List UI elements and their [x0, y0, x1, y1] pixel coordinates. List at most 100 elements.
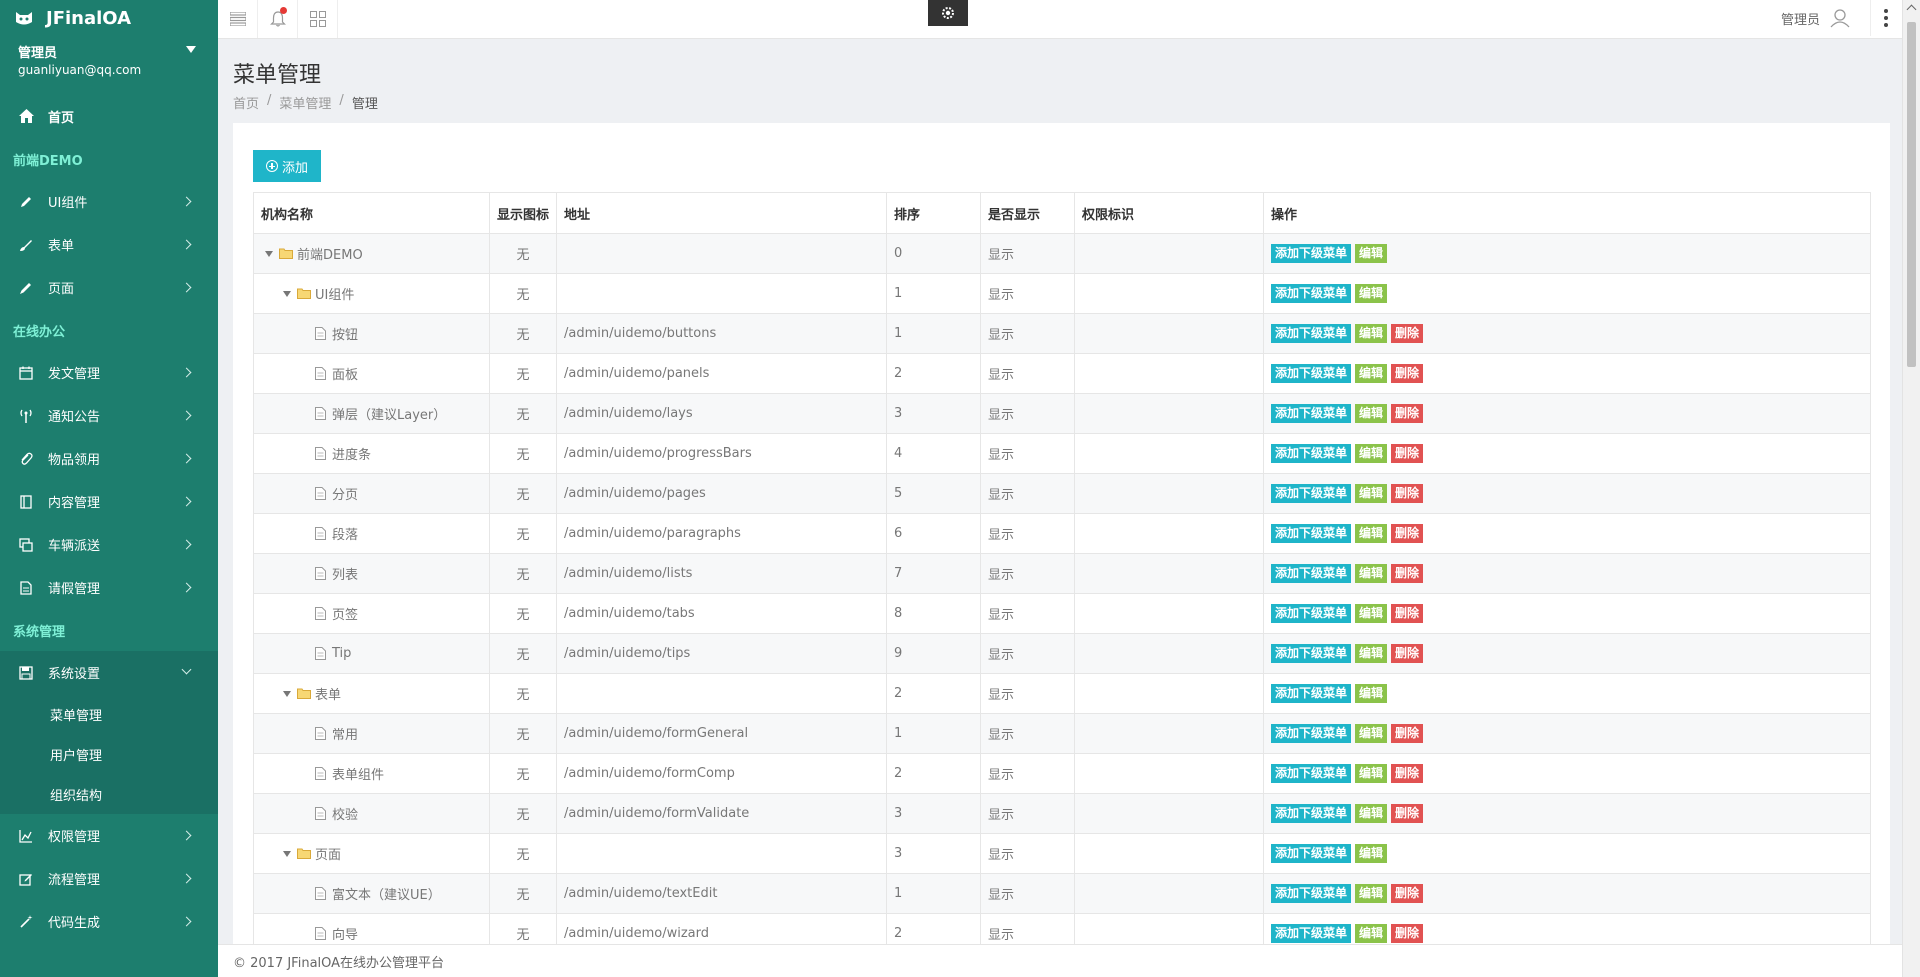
table-row[interactable]: 表单 无 2 显示 添加下级菜单 编辑: [253, 673, 1871, 714]
sidebar-subitem[interactable]: 组织结构: [0, 774, 218, 814]
table-row[interactable]: 前端DEMO 无 0 显示 添加下级菜单 编辑: [253, 233, 1871, 274]
edit-button[interactable]: 编辑: [1355, 484, 1388, 503]
table-row[interactable]: UI组件 无 1 显示 添加下级菜单 编辑: [253, 273, 1871, 314]
add-child-button[interactable]: 添加下级菜单: [1271, 564, 1352, 583]
delete-button[interactable]: 删除: [1391, 804, 1424, 823]
apps-button[interactable]: [298, 0, 338, 38]
topbar-user[interactable]: 管理员: [1781, 0, 1850, 36]
sidebar-subitem[interactable]: 菜单管理: [0, 694, 218, 734]
sidebar-item[interactable]: 发文管理: [0, 351, 218, 394]
page-scrollbar[interactable]: [1902, 0, 1920, 977]
notification-button[interactable]: [258, 0, 298, 38]
sidebar-item[interactable]: UI组件: [0, 180, 218, 223]
delete-button[interactable]: 删除: [1391, 724, 1424, 743]
caret-down-icon[interactable]: [186, 46, 196, 53]
edit-button[interactable]: 编辑: [1355, 324, 1388, 343]
sidebar-item[interactable]: 物品领用: [0, 437, 218, 480]
edit-button[interactable]: 编辑: [1355, 404, 1388, 423]
delete-button[interactable]: 删除: [1391, 524, 1424, 543]
add-child-button[interactable]: 添加下级菜单: [1271, 724, 1352, 743]
brand[interactable]: JFinalOA: [0, 0, 218, 36]
sidebar-item[interactable]: 代码生成: [0, 900, 218, 943]
scroll-up-icon[interactable]: [1906, 4, 1917, 15]
table-row[interactable]: 页面 无 3 显示 添加下级菜单 编辑: [253, 833, 1871, 874]
expand-toggle-icon[interactable]: [265, 250, 273, 257]
sidebar-item[interactable]: 页面: [0, 266, 218, 309]
sidebar-item[interactable]: 通知公告: [0, 394, 218, 437]
edit-button[interactable]: 编辑: [1355, 684, 1388, 703]
menu-toggle-button[interactable]: [218, 0, 258, 38]
add-child-button[interactable]: 添加下级菜单: [1271, 804, 1352, 823]
delete-button[interactable]: 删除: [1391, 924, 1424, 943]
add-child-button[interactable]: 添加下级菜单: [1271, 364, 1352, 383]
delete-button[interactable]: 删除: [1391, 604, 1424, 623]
add-child-button[interactable]: 添加下级菜单: [1271, 324, 1352, 343]
expand-toggle-icon[interactable]: [283, 290, 291, 297]
add-child-button[interactable]: 添加下级菜单: [1271, 924, 1352, 943]
scrollbar-thumb[interactable]: [1907, 22, 1916, 367]
edit-button[interactable]: 编辑: [1355, 524, 1388, 543]
table-row[interactable]: Tip 无/admin/uidemo/tips 9 显示 添加下级菜单 编辑 删除: [253, 633, 1871, 674]
table-row[interactable]: 富文本（建议UE） 无/admin/uidemo/textEdit 1 显示 添加下级菜…: [253, 873, 1871, 914]
delete-button[interactable]: 删除: [1391, 884, 1424, 903]
settings-button[interactable]: [928, 0, 968, 26]
delete-button[interactable]: 删除: [1391, 564, 1424, 583]
edit-button[interactable]: 编辑: [1355, 884, 1388, 903]
edit-button[interactable]: 编辑: [1355, 724, 1388, 743]
sidebar-item[interactable]: 系统设置: [0, 651, 218, 694]
delete-button[interactable]: 删除: [1391, 404, 1424, 423]
table-row[interactable]: 常用 无/admin/uidemo/formGeneral 1 显示 添加下级菜单 编辑删…: [253, 713, 1871, 754]
expand-toggle-icon[interactable]: [283, 850, 291, 857]
sidebar-item[interactable]: 权限管理: [0, 814, 218, 857]
table-row[interactable]: 向导 无/admin/uidemo/wizard 2 显示 添加下级菜单 编辑 删除: [253, 913, 1871, 944]
edit-button[interactable]: 编辑: [1355, 364, 1388, 383]
add-child-button[interactable]: 添加下级菜单: [1271, 444, 1352, 463]
table-row[interactable]: 校验 无/admin/uidemo/formValidate 3 显示 添加下级菜单 编辑…: [253, 793, 1871, 834]
breadcrumb-menu[interactable]: 菜单管理: [279, 93, 331, 112]
add-child-button[interactable]: 添加下级菜单: [1271, 484, 1352, 503]
edit-button[interactable]: 编辑: [1355, 244, 1388, 263]
breadcrumb-home[interactable]: 首页: [233, 93, 259, 112]
delete-button[interactable]: 删除: [1391, 324, 1424, 343]
add-child-button[interactable]: 添加下级菜单: [1271, 764, 1352, 783]
table-row[interactable]: 页签 无/admin/uidemo/tabs 8 显示 添加下级菜单 编辑 删除: [253, 593, 1871, 634]
add-child-button[interactable]: 添加下级菜单: [1271, 284, 1352, 303]
sidebar-item-home[interactable]: 首页: [0, 94, 218, 138]
table-row[interactable]: 弹层（建议Layer） 无/admin/uidemo/lays 3 显示 添加下级菜单编…: [253, 393, 1871, 434]
edit-button[interactable]: 编辑: [1355, 804, 1388, 823]
edit-button[interactable]: 编辑: [1355, 924, 1388, 943]
add-menu-button[interactable]: 添加: [253, 150, 321, 182]
add-child-button[interactable]: 添加下级菜单: [1271, 244, 1352, 263]
expand-toggle-icon[interactable]: [283, 690, 291, 697]
sidebar-subitem[interactable]: 用户管理: [0, 734, 218, 774]
table-row[interactable]: 按钮 无/admin/uidemo/buttons 1 显示 添加下级菜单 编辑 删除: [253, 313, 1871, 354]
delete-button[interactable]: 删除: [1391, 764, 1424, 783]
add-child-button[interactable]: 添加下级菜单: [1271, 604, 1352, 623]
delete-button[interactable]: 删除: [1391, 484, 1424, 503]
add-child-button[interactable]: 添加下级菜单: [1271, 684, 1352, 703]
delete-button[interactable]: 删除: [1391, 364, 1424, 383]
delete-button[interactable]: 删除: [1391, 444, 1424, 463]
edit-button[interactable]: 编辑: [1355, 444, 1388, 463]
table-row[interactable]: 进度条 无/admin/uidemo/progressBars 4 显示 添加下级菜单编…: [253, 433, 1871, 474]
edit-button[interactable]: 编辑: [1355, 564, 1388, 583]
edit-button[interactable]: 编辑: [1355, 644, 1388, 663]
table-row[interactable]: 列表 无/admin/uidemo/lists 7 显示 添加下级菜单 编辑 删除: [253, 553, 1871, 594]
add-child-button[interactable]: 添加下级菜单: [1271, 844, 1352, 863]
sidebar-item[interactable]: 请假管理: [0, 566, 218, 609]
edit-button[interactable]: 编辑: [1355, 604, 1388, 623]
edit-button[interactable]: 编辑: [1355, 284, 1388, 303]
user-profile[interactable]: 管理员 guanliyuan@qq.com: [0, 36, 218, 86]
table-row[interactable]: 段落 无/admin/uidemo/paragraphs 6 显示 添加下级菜单 编辑 删除: [253, 513, 1871, 554]
sidebar-item[interactable]: 内容管理: [0, 480, 218, 523]
sidebar-item[interactable]: 表单: [0, 223, 218, 266]
table-row[interactable]: 表单组件 无/admin/uidemo/formComp 2 显示 添加下级菜单 编辑 删除: [253, 753, 1871, 794]
sidebar-item[interactable]: 流程管理: [0, 857, 218, 900]
edit-button[interactable]: 编辑: [1355, 844, 1388, 863]
add-child-button[interactable]: 添加下级菜单: [1271, 404, 1352, 423]
edit-button[interactable]: 编辑: [1355, 764, 1388, 783]
delete-button[interactable]: 删除: [1391, 644, 1424, 663]
add-child-button[interactable]: 添加下级菜单: [1271, 524, 1352, 543]
more-menu-button[interactable]: [1870, 0, 1900, 36]
table-row[interactable]: 面板 无/admin/uidemo/panels 2 显示 添加下级菜单 编辑 删除: [253, 353, 1871, 394]
